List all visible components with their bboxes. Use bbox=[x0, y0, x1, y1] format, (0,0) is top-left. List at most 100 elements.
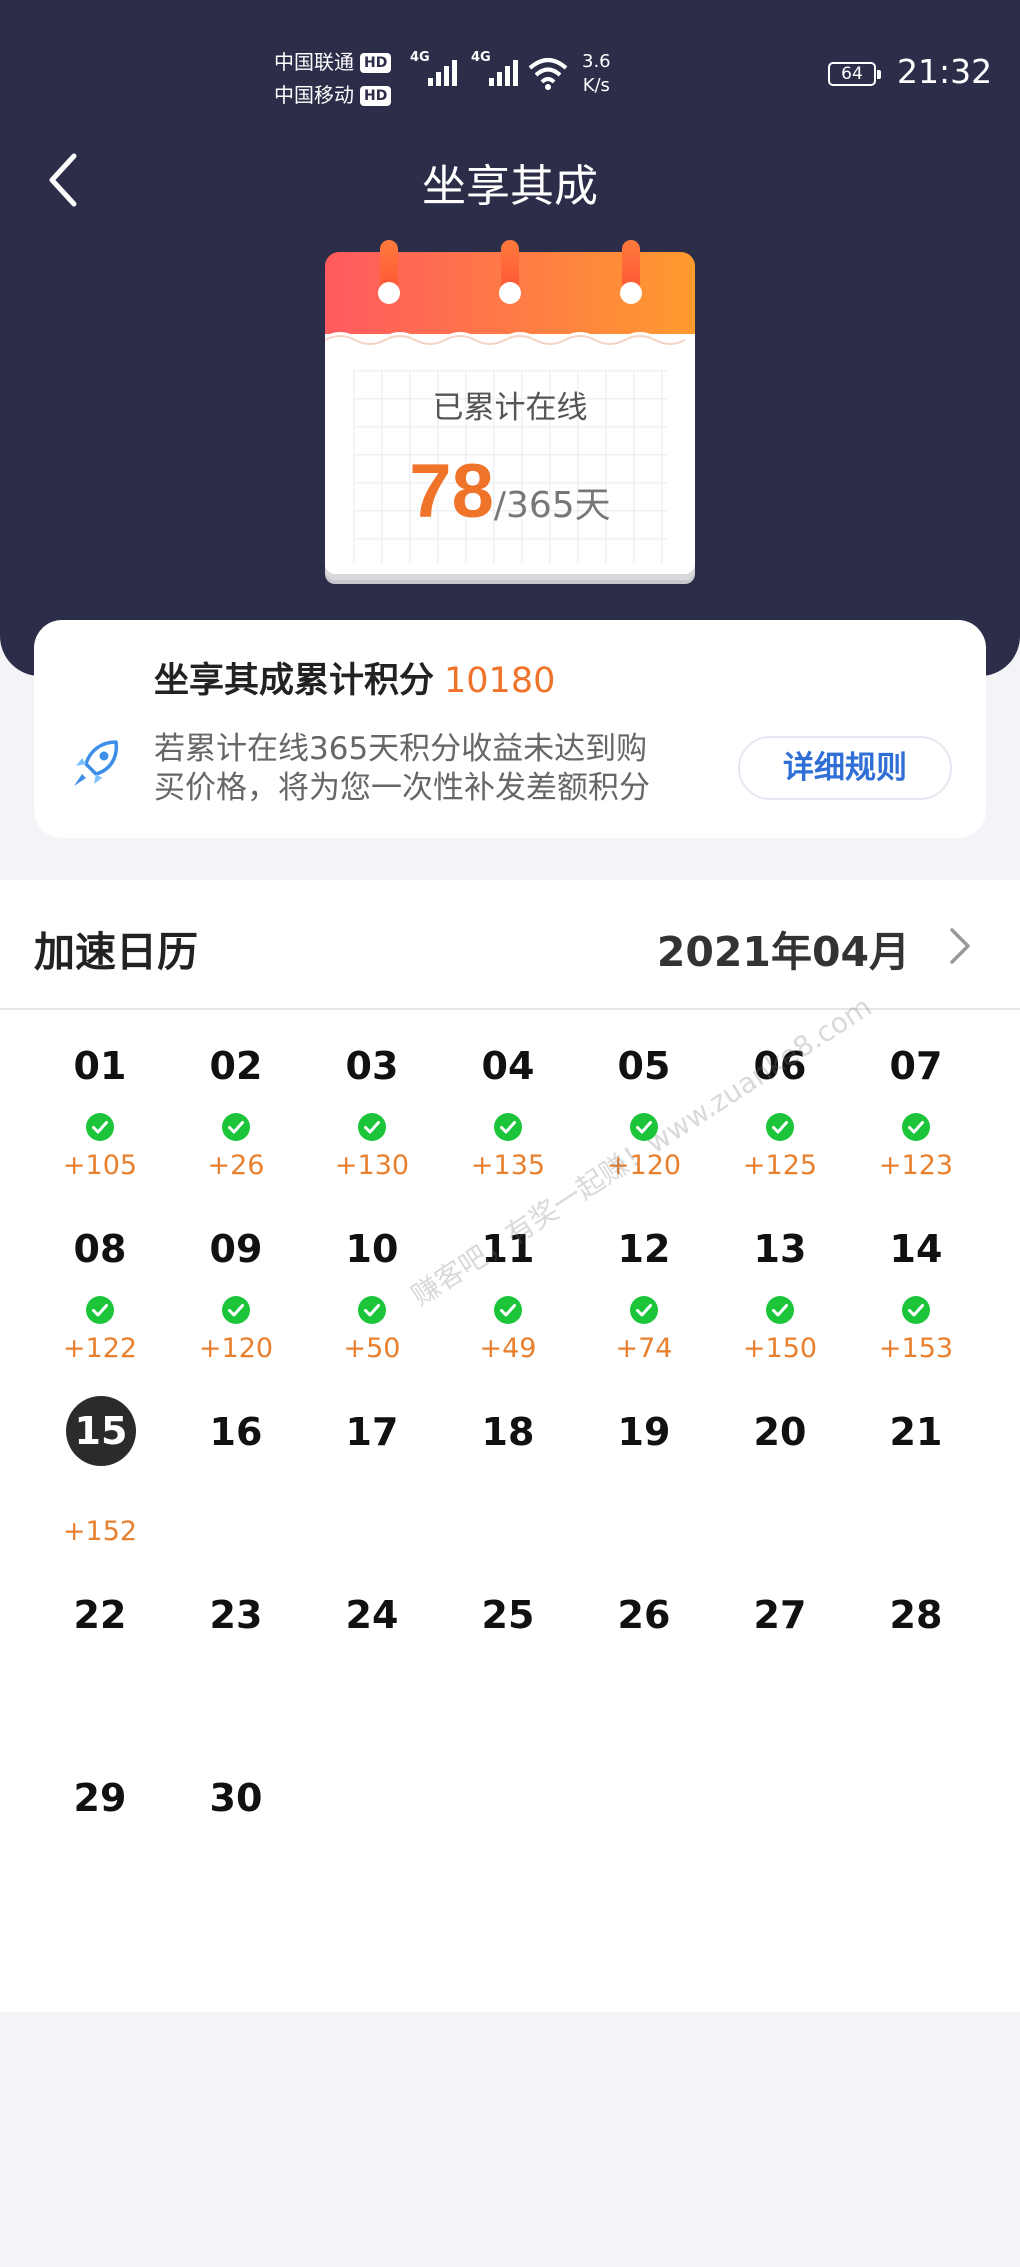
calendar-day[interactable]: 02 +26 bbox=[168, 1010, 304, 1193]
calendar-day[interactable]: 28 bbox=[848, 1559, 984, 1742]
check-icon bbox=[766, 1296, 794, 1324]
carrier-info: 中国联通 HD 中国移动 HD bbox=[274, 46, 392, 112]
calendar-day[interactable]: 26 bbox=[576, 1559, 712, 1742]
calendar-day[interactable]: 25 bbox=[440, 1559, 576, 1742]
check-icon bbox=[902, 1113, 930, 1141]
day-number: 24 bbox=[345, 1593, 399, 1637]
rules-button[interactable]: 详细规则 bbox=[738, 736, 952, 800]
calendar-day[interactable]: 15 +152 bbox=[32, 1376, 168, 1559]
signal-strength-icon: 4G bbox=[471, 50, 518, 86]
calendar-day[interactable]: 30 bbox=[168, 1742, 304, 1925]
calendar-day[interactable]: 14 +153 bbox=[848, 1193, 984, 1376]
online-total: /365天 bbox=[493, 485, 611, 526]
day-points: +122 bbox=[62, 1333, 138, 1364]
acceleration-calendar: 加速日历 2021年04月 01 +105 02 +26 03 +130 04 +135 05 +… bbox=[0, 880, 1020, 2012]
day-number: 16 bbox=[209, 1410, 263, 1454]
hd-badge: HD bbox=[360, 85, 392, 106]
day-points: +130 bbox=[334, 1150, 410, 1181]
check-icon bbox=[494, 1113, 522, 1141]
calendar-day[interactable]: 18 bbox=[440, 1376, 576, 1559]
day-number: 14 bbox=[889, 1227, 943, 1271]
calendar-day[interactable]: 21 bbox=[848, 1376, 984, 1559]
hd-badge: HD bbox=[360, 52, 392, 73]
day-number: 08 bbox=[73, 1227, 127, 1271]
day-number: 09 bbox=[209, 1227, 263, 1271]
calendar-day[interactable]: 22 bbox=[32, 1559, 168, 1742]
day-number: 30 bbox=[209, 1776, 263, 1820]
calendar-day[interactable]: 16 bbox=[168, 1376, 304, 1559]
day-number: 19 bbox=[617, 1410, 671, 1454]
calendar-month[interactable]: 2021年04月 bbox=[657, 918, 910, 978]
clock: 21:32 bbox=[897, 52, 993, 91]
calendar-day[interactable]: 09 +120 bbox=[168, 1193, 304, 1376]
carrier-row: 中国移动 HD bbox=[274, 79, 392, 112]
calendar-day[interactable]: 08 +122 bbox=[32, 1193, 168, 1376]
day-number: 22 bbox=[73, 1593, 127, 1637]
day-points: +152 bbox=[62, 1516, 138, 1547]
calendar-day[interactable]: 03 +130 bbox=[304, 1010, 440, 1193]
status-bar: 中国联通 HD 中国移动 HD 4G 4G 3.6 K/s 64 21:32 bbox=[0, 0, 1020, 130]
points-value: 10180 bbox=[444, 661, 556, 701]
day-number: 03 bbox=[345, 1044, 399, 1088]
day-points: +120 bbox=[198, 1333, 274, 1364]
day-points: +74 bbox=[615, 1333, 673, 1364]
carrier-name: 中国移动 bbox=[274, 83, 354, 107]
calendar-day[interactable]: 20 bbox=[712, 1376, 848, 1559]
day-number: 21 bbox=[889, 1410, 943, 1454]
calendar-day[interactable]: 12 +74 bbox=[576, 1193, 712, 1376]
page-title: 坐享其成 bbox=[422, 161, 598, 212]
check-icon bbox=[86, 1296, 114, 1324]
check-icon bbox=[222, 1113, 250, 1141]
day-points: +125 bbox=[742, 1150, 818, 1181]
day-number: 02 bbox=[209, 1044, 263, 1088]
online-days-calendar-card: 已累计在线 78/365天 bbox=[325, 240, 695, 588]
network-type: 4G bbox=[471, 50, 491, 65]
calendar-day[interactable]: 24 bbox=[304, 1559, 440, 1742]
day-number: 13 bbox=[753, 1227, 807, 1271]
day-points: +153 bbox=[878, 1333, 954, 1364]
day-points: +135 bbox=[470, 1150, 546, 1181]
speed-unit: K/s bbox=[582, 75, 610, 96]
day-number: 17 bbox=[345, 1410, 399, 1454]
check-icon bbox=[766, 1113, 794, 1141]
calendar-day[interactable]: 23 bbox=[168, 1559, 304, 1742]
day-points: +123 bbox=[878, 1150, 954, 1181]
calendar-day[interactable]: 01 +105 bbox=[32, 1010, 168, 1193]
day-points: +26 bbox=[207, 1150, 265, 1181]
calendar-ring-icon bbox=[378, 240, 400, 304]
network-type: 4G bbox=[410, 50, 430, 65]
day-points: +150 bbox=[742, 1333, 818, 1364]
day-number: 15 bbox=[66, 1396, 136, 1466]
battery-icon: 64 bbox=[828, 62, 881, 86]
carrier-name: 中国联通 bbox=[274, 50, 354, 74]
calendar-day[interactable]: 29 bbox=[32, 1742, 168, 1925]
check-icon bbox=[358, 1296, 386, 1324]
calendar-day[interactable]: 27 bbox=[712, 1559, 848, 1742]
signal-icons: 4G 4G bbox=[410, 50, 518, 86]
calendar-day[interactable]: 19 bbox=[576, 1376, 712, 1559]
check-icon bbox=[494, 1296, 522, 1324]
calendar-title: 加速日历 bbox=[34, 928, 198, 976]
day-number: 26 bbox=[617, 1593, 671, 1637]
chevron-right-icon[interactable] bbox=[948, 926, 972, 966]
calendar-day[interactable]: 07 +123 bbox=[848, 1010, 984, 1193]
calendar-day[interactable]: 17 bbox=[304, 1376, 440, 1559]
check-icon bbox=[630, 1296, 658, 1324]
check-icon bbox=[222, 1296, 250, 1324]
signal-strength-icon: 4G bbox=[410, 50, 457, 86]
day-points: +49 bbox=[479, 1333, 537, 1364]
check-icon bbox=[358, 1113, 386, 1141]
carrier-row: 中国联通 HD bbox=[274, 46, 392, 79]
day-number: 20 bbox=[753, 1410, 807, 1454]
calendar-day[interactable]: 13 +150 bbox=[712, 1193, 848, 1376]
network-speed: 3.6 K/s bbox=[582, 50, 611, 98]
day-number: 01 bbox=[73, 1044, 127, 1088]
day-number: 05 bbox=[617, 1044, 671, 1088]
day-number: 25 bbox=[481, 1593, 535, 1637]
speed-value: 3.6 bbox=[582, 51, 611, 72]
check-icon bbox=[902, 1296, 930, 1324]
day-points: +50 bbox=[343, 1333, 401, 1364]
online-days: 78 bbox=[409, 449, 494, 534]
calendar-day[interactable]: 04 +135 bbox=[440, 1010, 576, 1193]
calendar-ring-icon bbox=[620, 240, 642, 304]
